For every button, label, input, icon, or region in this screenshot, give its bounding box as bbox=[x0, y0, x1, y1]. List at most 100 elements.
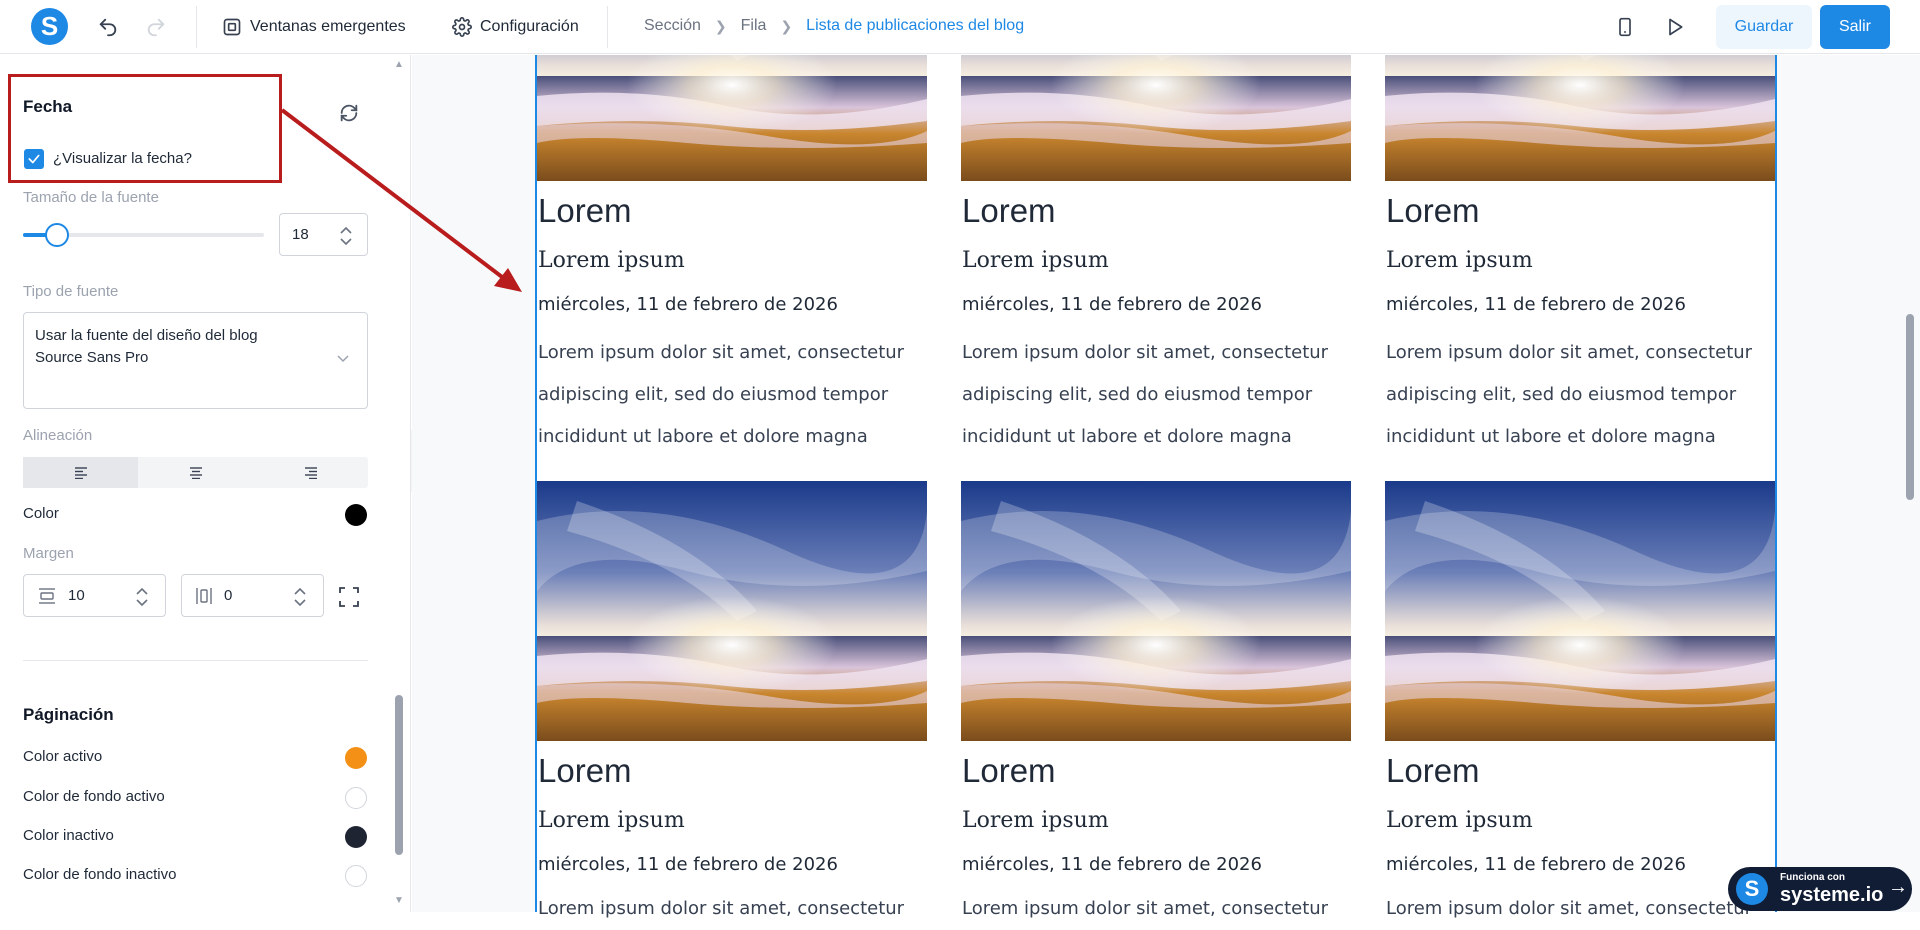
post-date: miércoles, 11 de febrero de 2026 bbox=[962, 854, 1262, 875]
breadcrumb: Sección ❯ Fila ❯ Lista de publicaciones … bbox=[644, 17, 1024, 35]
post-description-line: Lorem ipsum dolor sit amet, consectetur bbox=[962, 342, 1329, 363]
alignment-label: Alineación bbox=[23, 427, 93, 444]
post-title[interactable]: Lorem bbox=[538, 192, 632, 230]
post-thumbnail-image[interactable] bbox=[1385, 55, 1775, 181]
undo-icon[interactable] bbox=[95, 14, 121, 40]
arrow-right-icon: → bbox=[1888, 876, 1908, 898]
pagination-inactive-bg-label: Color de fondo inactivo bbox=[23, 866, 177, 883]
post-thumbnail-image[interactable] bbox=[537, 55, 927, 181]
post-thumbnail-image[interactable] bbox=[537, 481, 927, 741]
chevron-right-icon: ❯ bbox=[714, 17, 727, 34]
mobile-preview-icon[interactable] bbox=[1612, 14, 1638, 40]
margin-horizontal-input[interactable]: 10 bbox=[23, 574, 166, 617]
align-left-button[interactable] bbox=[23, 457, 138, 488]
post-description-line: incididunt ut labore et dolore magna ali… bbox=[538, 426, 868, 447]
align-center-icon bbox=[189, 466, 202, 479]
post-title[interactable]: Lorem bbox=[1386, 752, 1480, 790]
systeme-badge-logo: S bbox=[1736, 873, 1768, 905]
exit-button[interactable]: Salir bbox=[1820, 5, 1890, 49]
popups-button[interactable]: Ventanas emergentes bbox=[222, 14, 406, 40]
align-center-button[interactable] bbox=[138, 457, 253, 488]
post-subtitle: Lorem ipsum bbox=[1386, 808, 1533, 833]
post-description-line: Lorem ipsum dolor sit amet, consectetur bbox=[1386, 898, 1753, 919]
play-preview-icon[interactable] bbox=[1662, 14, 1688, 40]
font-type-label: Tipo de fuente bbox=[23, 283, 119, 300]
color-label: Color bbox=[23, 505, 59, 522]
font-type-select[interactable]: Usar la fuente del diseño del blog Sourc… bbox=[23, 312, 368, 409]
settings-sidebar: ▲ Fecha ¿Visualizar la fecha? Tamaño de … bbox=[0, 55, 411, 912]
systeme-logo[interactable]: S bbox=[31, 8, 68, 45]
post-description-line: adipiscing elit, sed do eiusmod tempor bbox=[538, 384, 889, 405]
post-title[interactable]: Lorem bbox=[962, 192, 1056, 230]
post-subtitle: Lorem ipsum bbox=[538, 248, 685, 273]
settings-button[interactable]: Configuración bbox=[452, 14, 579, 40]
horizontal-margin-icon bbox=[39, 587, 55, 604]
active-color-swatch[interactable] bbox=[345, 747, 367, 769]
expand-icon[interactable] bbox=[337, 585, 361, 609]
badge-brand: systeme.io bbox=[1780, 884, 1884, 906]
active-bg-color-swatch[interactable] bbox=[345, 787, 367, 809]
sidebar-scrollbar-thumb[interactable] bbox=[395, 695, 403, 855]
post-description-line: Lorem ipsum dolor sit amet, consectetur bbox=[538, 898, 905, 919]
redo-icon[interactable] bbox=[143, 14, 169, 40]
scroll-down-arrow-icon[interactable]: ▼ bbox=[394, 895, 404, 906]
chevron-down-icon bbox=[337, 355, 349, 363]
popups-label: Ventanas emergentes bbox=[250, 18, 406, 35]
breadcrumb-item-current: Lista de publicaciones del blog bbox=[806, 17, 1025, 34]
font-type-value-line2: Source Sans Pro bbox=[35, 349, 149, 366]
alignment-toggle-group bbox=[23, 457, 368, 488]
pagination-active-color-label: Color activo bbox=[23, 748, 103, 765]
save-button[interactable]: Guardar bbox=[1716, 5, 1812, 49]
post-title[interactable]: Lorem bbox=[538, 752, 632, 790]
align-right-button[interactable] bbox=[253, 457, 368, 488]
inactive-bg-color-swatch[interactable] bbox=[345, 865, 367, 887]
post-title[interactable]: Lorem bbox=[1386, 192, 1480, 230]
canvas-scrollbar-thumb[interactable] bbox=[1906, 314, 1914, 500]
pagination-inactive-color-label: Color inactivo bbox=[23, 827, 114, 844]
gear-icon bbox=[452, 17, 472, 37]
font-size-input[interactable]: 18 bbox=[279, 213, 368, 256]
post-thumbnail-image[interactable] bbox=[961, 55, 1351, 181]
badge-caption: Funciona con bbox=[1780, 872, 1845, 883]
toolbar-divider bbox=[607, 6, 608, 48]
breadcrumb-item-row[interactable]: Fila bbox=[741, 17, 767, 35]
breadcrumb-item-section[interactable]: Sección bbox=[644, 17, 701, 35]
margin-horizontal-value: 10 bbox=[68, 587, 85, 604]
settings-label: Configuración bbox=[480, 18, 579, 35]
scroll-up-arrow-icon[interactable]: ▲ bbox=[394, 59, 404, 70]
font-type-value-line1: Usar la fuente del diseño del blog bbox=[35, 327, 258, 344]
post-description-line: Lorem ipsum dolor sit amet, consectetur bbox=[962, 898, 1329, 919]
color-swatch[interactable] bbox=[345, 504, 367, 526]
margin-vertical-value: 0 bbox=[224, 587, 233, 604]
font-size-slider-thumb[interactable] bbox=[45, 223, 69, 247]
post-date: miércoles, 11 de febrero de 2026 bbox=[538, 854, 838, 875]
toolbar-divider bbox=[196, 6, 197, 48]
popup-window-icon bbox=[223, 18, 241, 36]
powered-by-badge[interactable]: S Funciona con systeme.io → bbox=[1728, 867, 1912, 911]
post-thumbnail-image[interactable] bbox=[961, 481, 1351, 741]
highlight-annotation-box bbox=[8, 74, 282, 183]
stepper-arrows-icon[interactable] bbox=[135, 587, 149, 607]
post-description-line: incididunt ut labore et dolore magna ali… bbox=[1386, 426, 1716, 447]
post-description-line: incididunt ut labore et dolore magna ali… bbox=[962, 426, 1292, 447]
stepper-arrows-icon[interactable] bbox=[293, 587, 307, 607]
post-subtitle: Lorem ipsum bbox=[962, 808, 1109, 833]
chevron-right-icon: ❯ bbox=[780, 17, 793, 34]
post-date: miércoles, 11 de febrero de 2026 bbox=[1386, 294, 1686, 315]
reset-icon[interactable] bbox=[336, 100, 362, 126]
inactive-color-swatch[interactable] bbox=[345, 826, 367, 848]
font-size-label: Tamaño de la fuente bbox=[23, 189, 159, 206]
post-thumbnail-image[interactable] bbox=[1385, 481, 1775, 741]
stepper-arrows-icon[interactable] bbox=[339, 226, 353, 246]
post-date: miércoles, 11 de febrero de 2026 bbox=[1386, 854, 1686, 875]
post-subtitle: Lorem ipsum bbox=[1386, 248, 1533, 273]
post-description-line: Lorem ipsum dolor sit amet, consectetur bbox=[1386, 342, 1753, 363]
post-description-line: Lorem ipsum dolor sit amet, consectetur bbox=[538, 342, 905, 363]
pagination-active-bg-label: Color de fondo activo bbox=[23, 788, 165, 805]
post-subtitle: Lorem ipsum bbox=[538, 808, 685, 833]
post-description-line: adipiscing elit, sed do eiusmod tempor bbox=[962, 384, 1313, 405]
margin-vertical-input[interactable]: 0 bbox=[181, 574, 324, 617]
post-date: miércoles, 11 de febrero de 2026 bbox=[962, 294, 1262, 315]
post-title[interactable]: Lorem bbox=[962, 752, 1056, 790]
post-date: miércoles, 11 de febrero de 2026 bbox=[538, 294, 838, 315]
